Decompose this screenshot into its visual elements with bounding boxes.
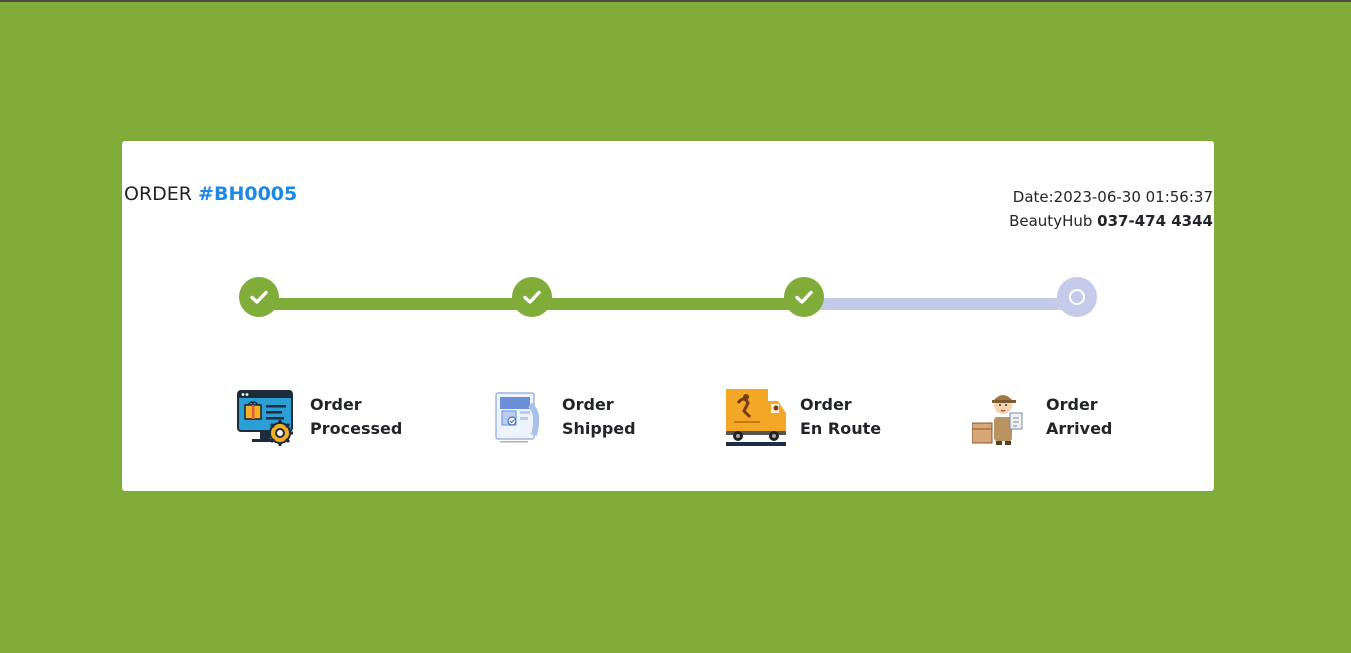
store-name: BeautyHub bbox=[1009, 212, 1093, 230]
order-tracking-card: ORDER #BH0005 Date:2023-06-30 01:56:37 B… bbox=[122, 141, 1214, 491]
stage-label: Order Shipped bbox=[562, 393, 636, 441]
order-date: Date:2023-06-30 01:56:37 bbox=[1012, 188, 1213, 206]
store-phone: 037-474 4344 bbox=[1097, 212, 1213, 230]
stage-processed: Order Processed bbox=[236, 385, 402, 449]
delivery-truck-illustration bbox=[726, 389, 786, 446]
stage-label: Order Processed bbox=[310, 393, 402, 441]
step-enroute-marker bbox=[784, 277, 824, 317]
stage-label-line2: Shipped bbox=[562, 419, 636, 438]
step-processed-marker bbox=[239, 277, 279, 317]
step-shipped-marker bbox=[512, 277, 552, 317]
ring-icon bbox=[1069, 289, 1085, 305]
order-prefix: ORDER bbox=[124, 183, 192, 205]
order-meta: Date:2023-06-30 01:56:37 BeautyHub 037-4… bbox=[1009, 185, 1213, 233]
stage-shipped: Order Shipped bbox=[488, 385, 636, 449]
stage-label-line1: Order bbox=[562, 395, 614, 414]
stage-label-line2: Arrived bbox=[1046, 419, 1113, 438]
stage-label-line1: Order bbox=[800, 395, 852, 414]
processing-illustration bbox=[237, 390, 293, 446]
stage-label: Order En Route bbox=[800, 393, 881, 441]
stage-label-line2: Processed bbox=[310, 419, 403, 438]
store-contact: BeautyHub 037-474 4344 bbox=[1009, 209, 1213, 233]
order-title: ORDER #BH0005 bbox=[124, 183, 297, 205]
check-icon bbox=[523, 290, 541, 304]
stage-arrived: Order Arrived bbox=[972, 385, 1112, 449]
shipped-illustration bbox=[495, 392, 540, 443]
check-icon bbox=[250, 290, 268, 304]
check-icon bbox=[795, 290, 813, 304]
stage-label-line2: En Route bbox=[800, 419, 882, 438]
stage-label-line1: Order bbox=[310, 395, 362, 414]
step-arrived-marker bbox=[1057, 277, 1097, 317]
stage-enroute: Order En Route bbox=[726, 385, 881, 449]
courier-arrived-illustration bbox=[972, 395, 1023, 445]
order-id: #BH0005 bbox=[198, 183, 298, 205]
stage-label-line1: Order bbox=[1046, 395, 1098, 414]
progress-track bbox=[260, 298, 1078, 310]
stage-label: Order Arrived bbox=[1046, 393, 1112, 441]
